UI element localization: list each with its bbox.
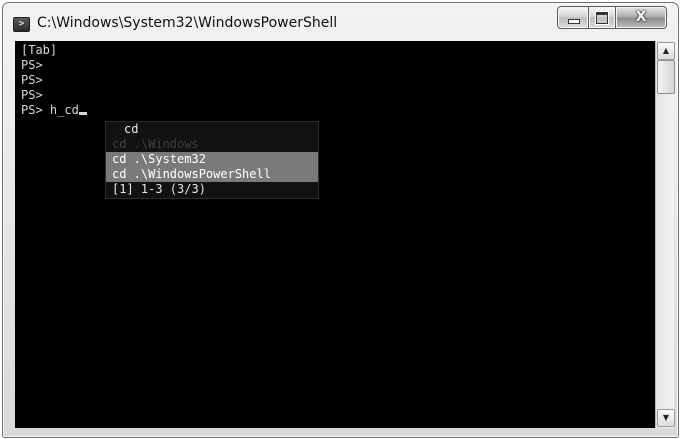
console-line-prompt: PS> — [21, 58, 43, 72]
close-icon: X — [635, 9, 647, 25]
scroll-up-button[interactable]: ▲ — [657, 42, 675, 60]
minimize-button[interactable] — [557, 6, 589, 29]
console-output[interactable]: [Tab] PS> PS> PS> PS> h_cd cd cd .\Windo… — [15, 41, 655, 428]
completion-status: [1] 1-3 (3/3) — [112, 182, 206, 196]
vertical-scrollbar[interactable]: ▲ ▼ — [655, 41, 675, 428]
completion-item-label: cd .\System32 — [112, 152, 206, 166]
title-bar[interactable]: > C:\Windows\System32\WindowsPowerShell … — [3, 3, 678, 41]
close-button[interactable]: X — [615, 6, 667, 29]
completion-item[interactable]: cd .\Windows — [112, 137, 199, 152]
console-line-prompt: PS> — [21, 88, 43, 102]
minimize-icon — [568, 19, 580, 24]
scroll-down-button[interactable]: ▼ — [657, 409, 675, 427]
powershell-icon[interactable]: > — [13, 17, 30, 32]
scrollbar-thumb[interactable] — [657, 60, 675, 94]
tab-completion-popup: cd cd .\Windows cd .\System32 cd .\Windo… — [105, 121, 319, 199]
completion-filter: cd — [124, 122, 139, 136]
completion-item-selected[interactable]: cd .\System32 — [106, 152, 318, 167]
window-title: C:\Windows\System32\WindowsPowerShell — [37, 15, 338, 31]
console-line-tab: [Tab] — [21, 43, 58, 57]
cursor-caret — [78, 112, 87, 115]
console-input-line[interactable]: PS> h_cd — [21, 103, 87, 118]
console-line-prompt: PS> — [21, 73, 43, 87]
maximize-button[interactable] — [588, 6, 616, 29]
maximize-icon — [596, 12, 608, 24]
completion-item-label: cd .\WindowsPowerShell — [112, 167, 271, 181]
powershell-window: > C:\Windows\System32\WindowsPowerShell … — [2, 2, 679, 438]
completion-item-selected[interactable]: cd .\WindowsPowerShell — [106, 167, 318, 182]
console-input-text: PS> h_cd — [21, 103, 79, 117]
